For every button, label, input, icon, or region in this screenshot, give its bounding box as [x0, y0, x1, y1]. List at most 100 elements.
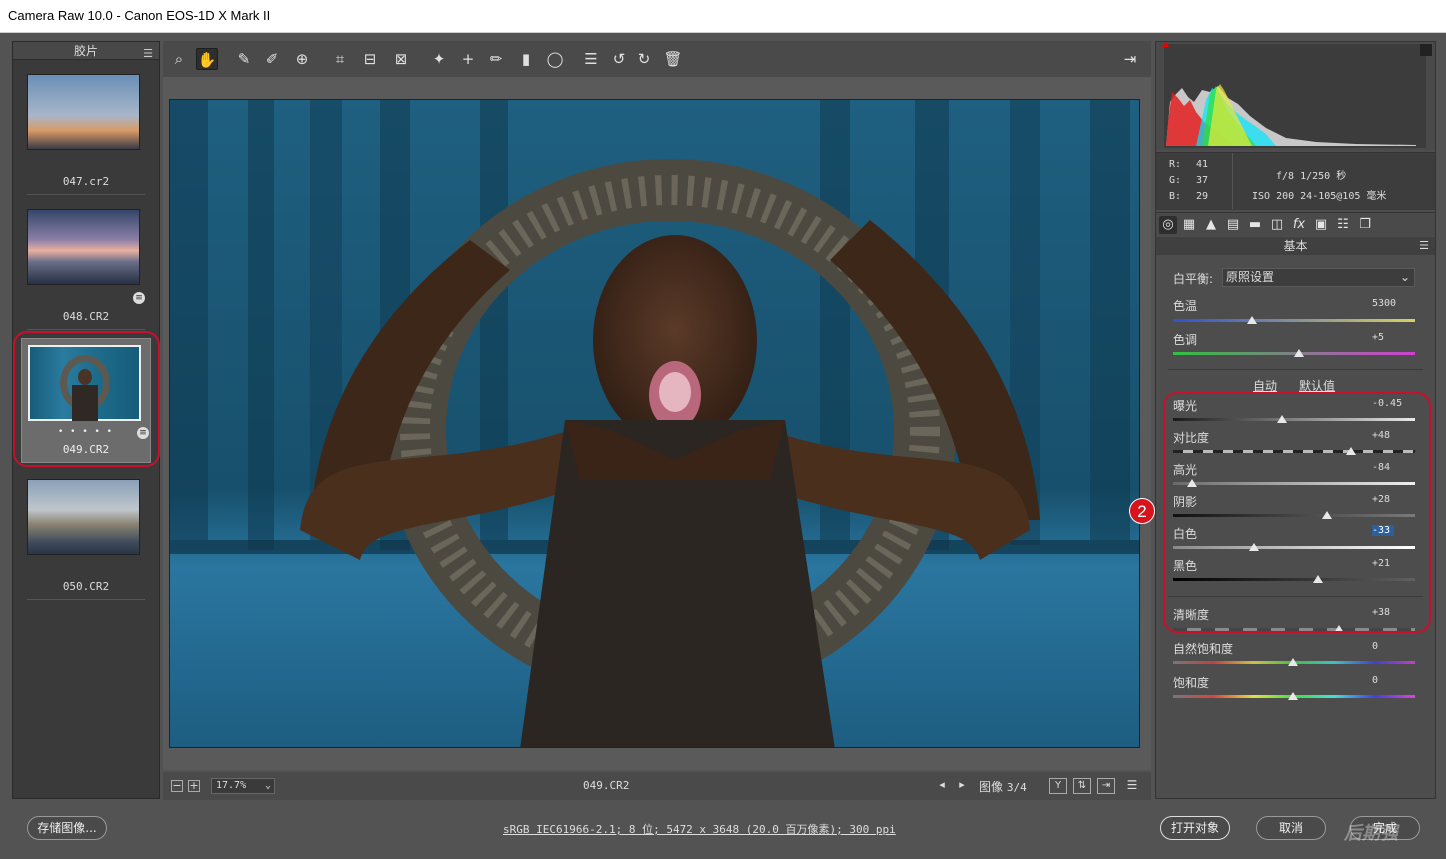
- thumbnail-label: 050.CR2: [62, 580, 110, 593]
- red-readout: 41: [1196, 159, 1209, 170]
- saturation-value[interactable]: 0: [1372, 675, 1416, 686]
- blue-readout: 29: [1196, 191, 1209, 202]
- title-bar: Camera Raw 10.0 - Canon EOS-1D X Mark II: [0, 0, 1446, 33]
- tint-value[interactable]: +5: [1372, 332, 1416, 343]
- basic-tab-icon[interactable]: ◎: [1159, 216, 1177, 234]
- workflow-options-link[interactable]: sRGB IEC61966-2.1; 8 位; 5472 x 3648 (20.…: [503, 821, 896, 837]
- fullscreen-icon[interactable]: ⇥: [1119, 48, 1141, 70]
- panel-title: 基本: [1283, 239, 1308, 253]
- section-divider: [1168, 369, 1423, 370]
- white-balance-select[interactable]: 原照设置 ⌄: [1222, 268, 1415, 287]
- snapshots-tab-icon[interactable]: ❐: [1356, 216, 1374, 234]
- green-readout-label: G:: [1169, 175, 1182, 186]
- filmstrip-title: 胶片: [73, 44, 98, 58]
- callout-marker-2: 2: [1129, 498, 1155, 524]
- dialog-footer: 存储图像... sRGB IEC61966-2.1; 8 位; 5472 x 3…: [0, 805, 1446, 859]
- thumbnail-label: 047.cr2: [62, 175, 110, 188]
- chevron-down-icon: ⌄: [1399, 270, 1410, 284]
- thumbnail-048[interactable]: [27, 209, 140, 285]
- spot-removal-icon[interactable]: ✦: [428, 48, 450, 70]
- white-balance-icon[interactable]: ✎: [233, 48, 255, 70]
- histogram-graphic: [1162, 42, 1432, 148]
- trash-icon[interactable]: 🗑: [662, 48, 684, 70]
- image-counter: 图像 3/4: [979, 778, 1027, 795]
- tone-curve-tab-icon[interactable]: ▦: [1180, 216, 1198, 234]
- swap-settings-icon[interactable]: ⇅: [1073, 778, 1091, 794]
- filmstrip-header: 胶片 ☰: [13, 42, 159, 60]
- graduated-filter-icon[interactable]: ▮: [515, 48, 537, 70]
- toggle-settings-icon[interactable]: ☰: [1123, 778, 1141, 794]
- current-filename: 049.CR2: [583, 779, 630, 792]
- saturation-slider-thumb[interactable]: [1288, 692, 1298, 700]
- zoom-value: 17.7%: [216, 780, 247, 791]
- zoom-in-button[interactable]: +: [188, 780, 200, 792]
- rotate-left-icon[interactable]: ↺: [608, 48, 630, 70]
- chevron-down-icon: ⌄: [264, 780, 271, 791]
- presets-tab-icon[interactable]: ☷: [1334, 216, 1352, 234]
- lens-tab-icon[interactable]: ◫: [1268, 216, 1286, 234]
- red-readout-label: R:: [1169, 159, 1182, 170]
- crop-icon[interactable]: ⌗: [329, 48, 351, 70]
- image-label: 图像: [979, 780, 1004, 794]
- effects-tab-icon[interactable]: fx: [1290, 216, 1308, 234]
- panel-tabs: ◎ ▦ ▲ ▤ ▬ ◫ fx ▣ ☷ ❐: [1156, 212, 1435, 236]
- histogram: [1156, 42, 1435, 150]
- thumbnail-label: 048.CR2: [62, 310, 110, 323]
- tint-slider-thumb[interactable]: [1294, 349, 1304, 357]
- iso-lens: ISO 200 24-105@105 毫米: [1252, 191, 1387, 202]
- tool-bar: ⌕ ✋ ✎ ✐ ⊕ ⌗ ⊟ ⊠ ✦ + ✏ ▮ ◯ ☰ ↺ ↻ 🗑 ⇥: [163, 41, 1151, 77]
- rotate-right-icon[interactable]: ↻: [633, 48, 655, 70]
- previous-image-icon[interactable]: ◂: [936, 779, 948, 792]
- zoom-out-button[interactable]: −: [171, 780, 183, 792]
- target-adjust-icon[interactable]: ⊕: [291, 48, 313, 70]
- temperature-slider[interactable]: [1173, 319, 1415, 322]
- color-sampler-icon[interactable]: ✐: [261, 48, 283, 70]
- before-after-icon[interactable]: Y: [1049, 778, 1067, 794]
- vibrance-slider-thumb[interactable]: [1288, 658, 1298, 666]
- transform-icon[interactable]: ⊠: [390, 48, 412, 70]
- preview-status-bar: − + 17.7% ⌄ 049.CR2 ◂ ▸ 图像 3/4 Y ⇅ ⇥ ☰: [163, 772, 1151, 800]
- aperture-shutter: f/8 1/250 秒: [1276, 171, 1347, 182]
- thumbnail-047[interactable]: [27, 74, 140, 150]
- image-count: 3/4: [1006, 781, 1027, 794]
- green-readout: 37: [1196, 175, 1209, 186]
- camera-info: R: 41 G: 37 B: 29 f/8 1/250 秒 ISO 200 24…: [1156, 152, 1435, 210]
- panel-header: 基本 ☰: [1156, 237, 1435, 255]
- temperature-slider-thumb[interactable]: [1247, 316, 1257, 324]
- split-toning-tab-icon[interactable]: ▬: [1246, 216, 1264, 234]
- red-eye-icon[interactable]: +: [457, 48, 479, 70]
- temperature-label: 色温: [1173, 299, 1198, 313]
- tint-label: 色调: [1173, 333, 1198, 347]
- white-balance-label: 白平衡:: [1173, 272, 1214, 286]
- image-canvas: [163, 77, 1151, 770]
- filmstrip-menu-icon[interactable]: ☰: [143, 45, 153, 63]
- vibrance-value[interactable]: 0: [1372, 641, 1416, 652]
- cancel-button[interactable]: 取消: [1256, 816, 1326, 840]
- thumbnail-divider: [27, 329, 145, 330]
- detail-tab-icon[interactable]: ▲: [1202, 216, 1220, 234]
- adjusted-badge-icon: ≡: [133, 292, 145, 304]
- watermark-logo: 后期强: [1344, 823, 1398, 844]
- temperature-value[interactable]: 5300: [1372, 298, 1416, 309]
- vibrance-label: 自然饱和度: [1173, 642, 1234, 656]
- calibration-tab-icon[interactable]: ▣: [1312, 216, 1330, 234]
- zoom-icon[interactable]: ⌕: [168, 48, 190, 70]
- panel-menu-icon[interactable]: ☰: [1419, 237, 1429, 255]
- info-divider: [1232, 153, 1233, 209]
- preferences-icon[interactable]: ☰: [580, 48, 602, 70]
- hand-icon[interactable]: ✋: [196, 48, 218, 70]
- thumbnail-divider: [27, 599, 145, 600]
- radial-filter-icon[interactable]: ◯: [544, 48, 566, 70]
- highlight-box-1: [13, 331, 160, 467]
- open-object-button[interactable]: 打开对象: [1160, 816, 1230, 840]
- next-image-icon[interactable]: ▸: [956, 779, 968, 792]
- preview-image[interactable]: [169, 99, 1140, 748]
- brush-icon[interactable]: ✏: [485, 48, 507, 70]
- thumbnail-050[interactable]: [27, 479, 140, 555]
- zoom-select[interactable]: 17.7% ⌄: [211, 778, 275, 794]
- highlight-box-2: [1163, 392, 1431, 633]
- copy-settings-icon[interactable]: ⇥: [1097, 778, 1115, 794]
- hsl-tab-icon[interactable]: ▤: [1224, 216, 1242, 234]
- straighten-icon[interactable]: ⊟: [359, 48, 381, 70]
- save-image-button[interactable]: 存储图像...: [27, 816, 107, 840]
